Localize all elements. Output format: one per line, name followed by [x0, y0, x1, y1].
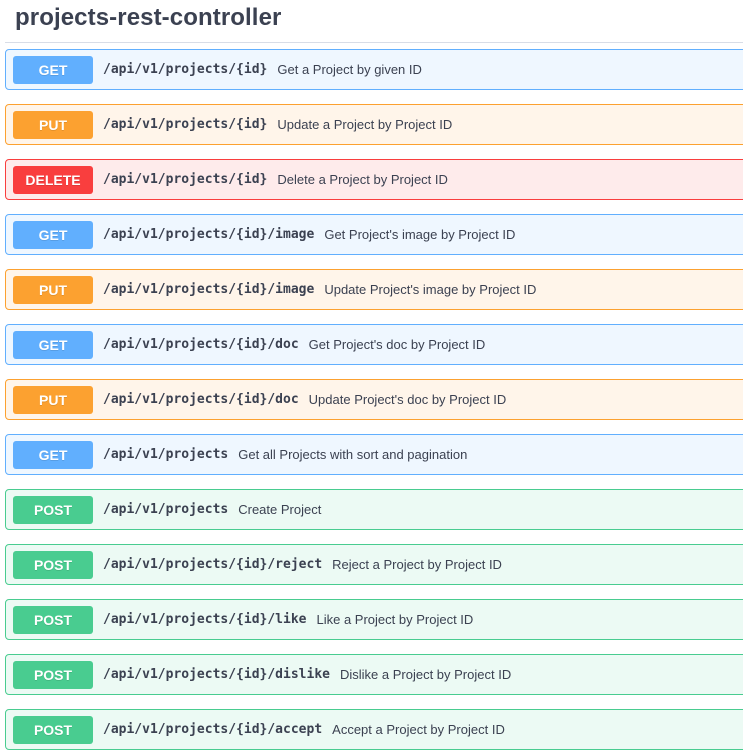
operation-summary: Get Project's doc by Project ID	[308, 337, 486, 352]
operation-delete-row[interactable]: DELETE/api/v1/projects/{id} Delete a Proj…	[5, 159, 743, 200]
operation-summary: Update Project's image by Project ID	[324, 282, 537, 297]
method-badge-post: POST	[13, 605, 93, 634]
operation-post-row[interactable]: POST/api/v1/projects/{id}/accept Accept a…	[5, 709, 743, 750]
operation-put-row[interactable]: PUT/api/v1/projects/{id}/doc Update Proje…	[5, 379, 743, 420]
operation-summary: Like a Project by Project ID	[316, 612, 474, 627]
operation-path: /api/v1/projects	[103, 502, 229, 517]
operation-summary: Update a Project by Project ID	[277, 117, 453, 132]
method-badge-put: PUT	[13, 110, 93, 139]
operation-summary: Get a Project by given ID	[277, 62, 422, 77]
method-badge-get: GET	[13, 440, 93, 469]
operation-summary: Dislike a Project by Project ID	[339, 667, 512, 682]
operation-path: /api/v1/projects	[103, 447, 229, 462]
method-badge-post: POST	[13, 715, 93, 744]
operation-summary: Accept a Project by Project ID	[332, 722, 505, 737]
operation-path: /api/v1/projects/{id}	[103, 172, 268, 187]
operation-summary: Reject a Project by Project ID	[332, 557, 502, 572]
operation-get-row[interactable]: GET/api/v1/projects Get all Projects with…	[5, 434, 743, 475]
method-badge-get: GET	[13, 330, 93, 359]
operation-path: /api/v1/projects/{id}/doc	[103, 392, 299, 407]
operation-path: /api/v1/projects/{id}/image	[103, 227, 315, 242]
operation-path: /api/v1/projects/{id}/reject	[103, 557, 323, 572]
operation-put-row[interactable]: PUT/api/v1/projects/{id}/image Update Pro…	[5, 269, 743, 310]
method-badge-delete: DELETE	[13, 165, 93, 194]
operation-path: /api/v1/projects/{id}/accept	[103, 722, 323, 737]
operation-summary: Get Project's image by Project ID	[324, 227, 516, 242]
operation-path: /api/v1/projects/{id}/like	[103, 612, 307, 627]
operation-put-row[interactable]: PUT/api/v1/projects/{id} Update a Project…	[5, 104, 743, 145]
method-badge-post: POST	[13, 550, 93, 579]
operation-post-row[interactable]: POST/api/v1/projects/{id}/reject Reject a…	[5, 544, 743, 585]
operation-path: /api/v1/projects/{id}/doc	[103, 337, 299, 352]
operation-path: /api/v1/projects/{id}/dislike	[103, 667, 330, 682]
operation-summary: Update Project's doc by Project ID	[308, 392, 507, 407]
method-badge-put: PUT	[13, 385, 93, 414]
operation-path: /api/v1/projects/{id}	[103, 62, 268, 77]
operation-post-row[interactable]: POST/api/v1/projects Create Project	[5, 489, 743, 530]
operation-summary: Delete a Project by Project ID	[277, 172, 448, 187]
method-badge-post: POST	[13, 660, 93, 689]
operation-get-row[interactable]: GET/api/v1/projects/{id}/doc Get Project'…	[5, 324, 743, 365]
operation-path: /api/v1/projects/{id}	[103, 117, 268, 132]
operation-summary: Create Project	[238, 502, 322, 517]
operation-get-row[interactable]: GET/api/v1/projects/{id}/image Get Projec…	[5, 214, 743, 255]
operation-post-row[interactable]: POST/api/v1/projects/{id}/dislike Dislike…	[5, 654, 743, 695]
operation-post-row[interactable]: POST/api/v1/projects/{id}/like Like a Pro…	[5, 599, 743, 640]
method-badge-get: GET	[13, 55, 93, 84]
operation-summary: Get all Projects with sort and paginatio…	[238, 447, 468, 462]
operation-path: /api/v1/projects/{id}/image	[103, 282, 315, 297]
operation-get-row[interactable]: GET/api/v1/projects/{id} Get a Project by…	[5, 49, 743, 90]
operations-list: GET/api/v1/projects/{id} Get a Project by…	[0, 0, 743, 753]
method-badge-put: PUT	[13, 275, 93, 304]
method-badge-get: GET	[13, 220, 93, 249]
method-badge-post: POST	[13, 495, 93, 524]
